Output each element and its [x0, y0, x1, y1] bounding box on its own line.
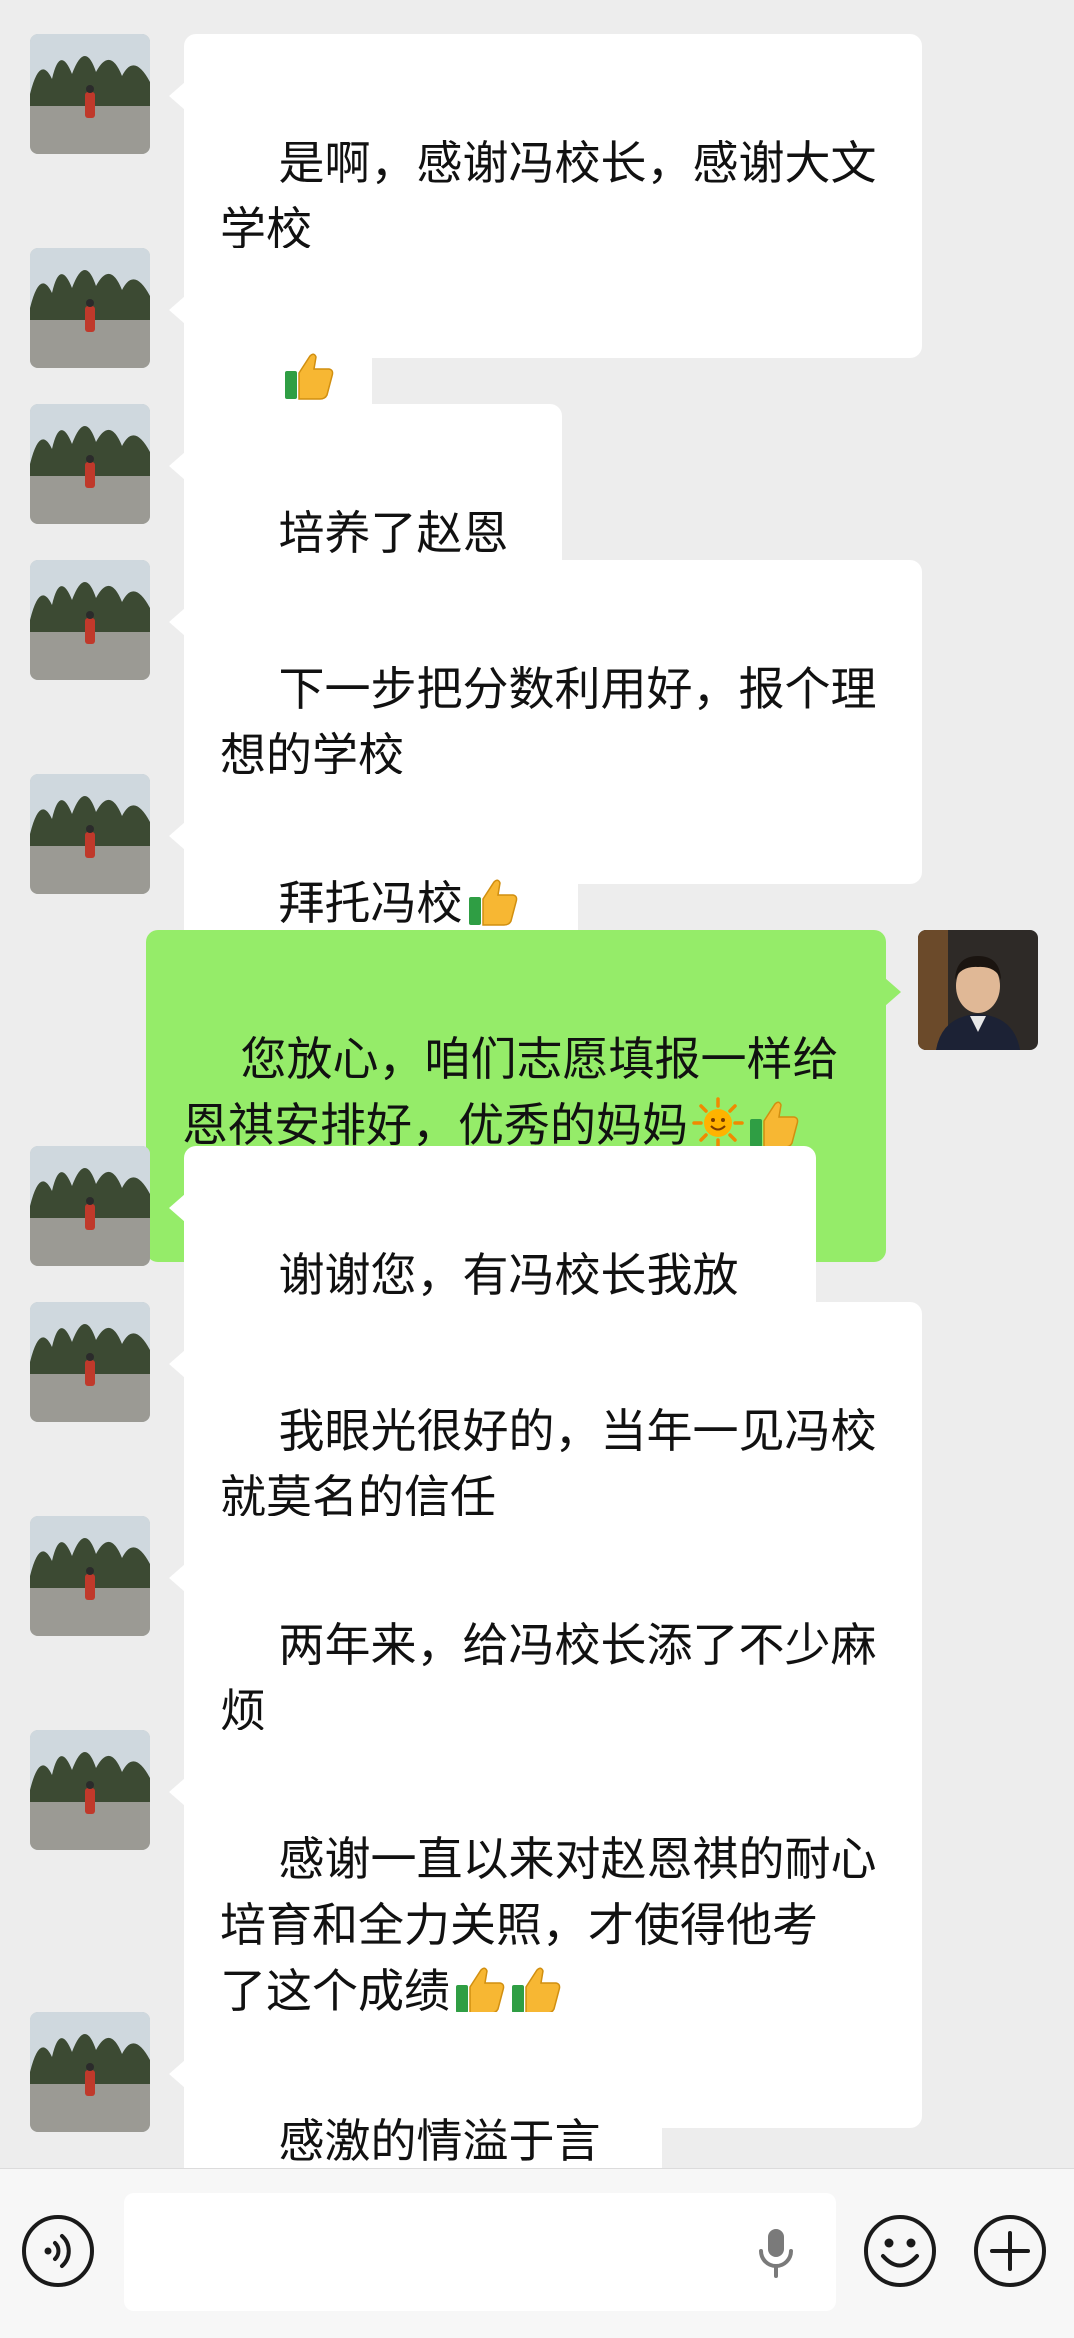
emoji-icon[interactable]: [862, 2213, 938, 2289]
microphone-icon[interactable]: [756, 2227, 796, 2279]
contact-avatar[interactable]: [30, 404, 150, 524]
plus-icon[interactable]: [972, 2213, 1048, 2289]
contact-avatar[interactable]: [30, 1146, 150, 1266]
contact-avatar[interactable]: [30, 774, 150, 894]
contact-avatar[interactable]: [30, 2012, 150, 2132]
contact-avatar[interactable]: [30, 560, 150, 680]
chat-message-list[interactable]: 是啊，感谢冯校长，感谢大文 学校 培养了赵恩祺 下一步把分数利用好，报个理 想的…: [0, 0, 1074, 2168]
message-text: 两年来，给冯校长添了不少麻 烦: [220, 1618, 877, 1738]
contact-avatar[interactable]: [30, 1302, 150, 1422]
message-input[interactable]: [124, 2193, 836, 2311]
message-text: 感激的情溢于言表: [278, 2114, 601, 2168]
message-text: 是啊，感谢冯校长，感谢大文 学校: [220, 136, 877, 256]
message-text: 下一步把分数利用好，报个理 想的学校: [220, 662, 877, 782]
contact-avatar[interactable]: [30, 1730, 150, 1850]
message-text: 拜托冯校: [278, 876, 463, 930]
contact-avatar[interactable]: [30, 34, 150, 154]
voice-icon[interactable]: [20, 2213, 96, 2289]
my-avatar[interactable]: [918, 930, 1038, 1050]
message-text: 我眼光很好的，当年一见冯校 就莫名的信任: [220, 1404, 877, 1524]
contact-avatar[interactable]: [30, 1516, 150, 1636]
contact-avatar[interactable]: [30, 248, 150, 368]
message-bubble[interactable]: 感激的情溢于言表: [169, 2012, 662, 2168]
input-bar: [0, 2168, 1074, 2338]
